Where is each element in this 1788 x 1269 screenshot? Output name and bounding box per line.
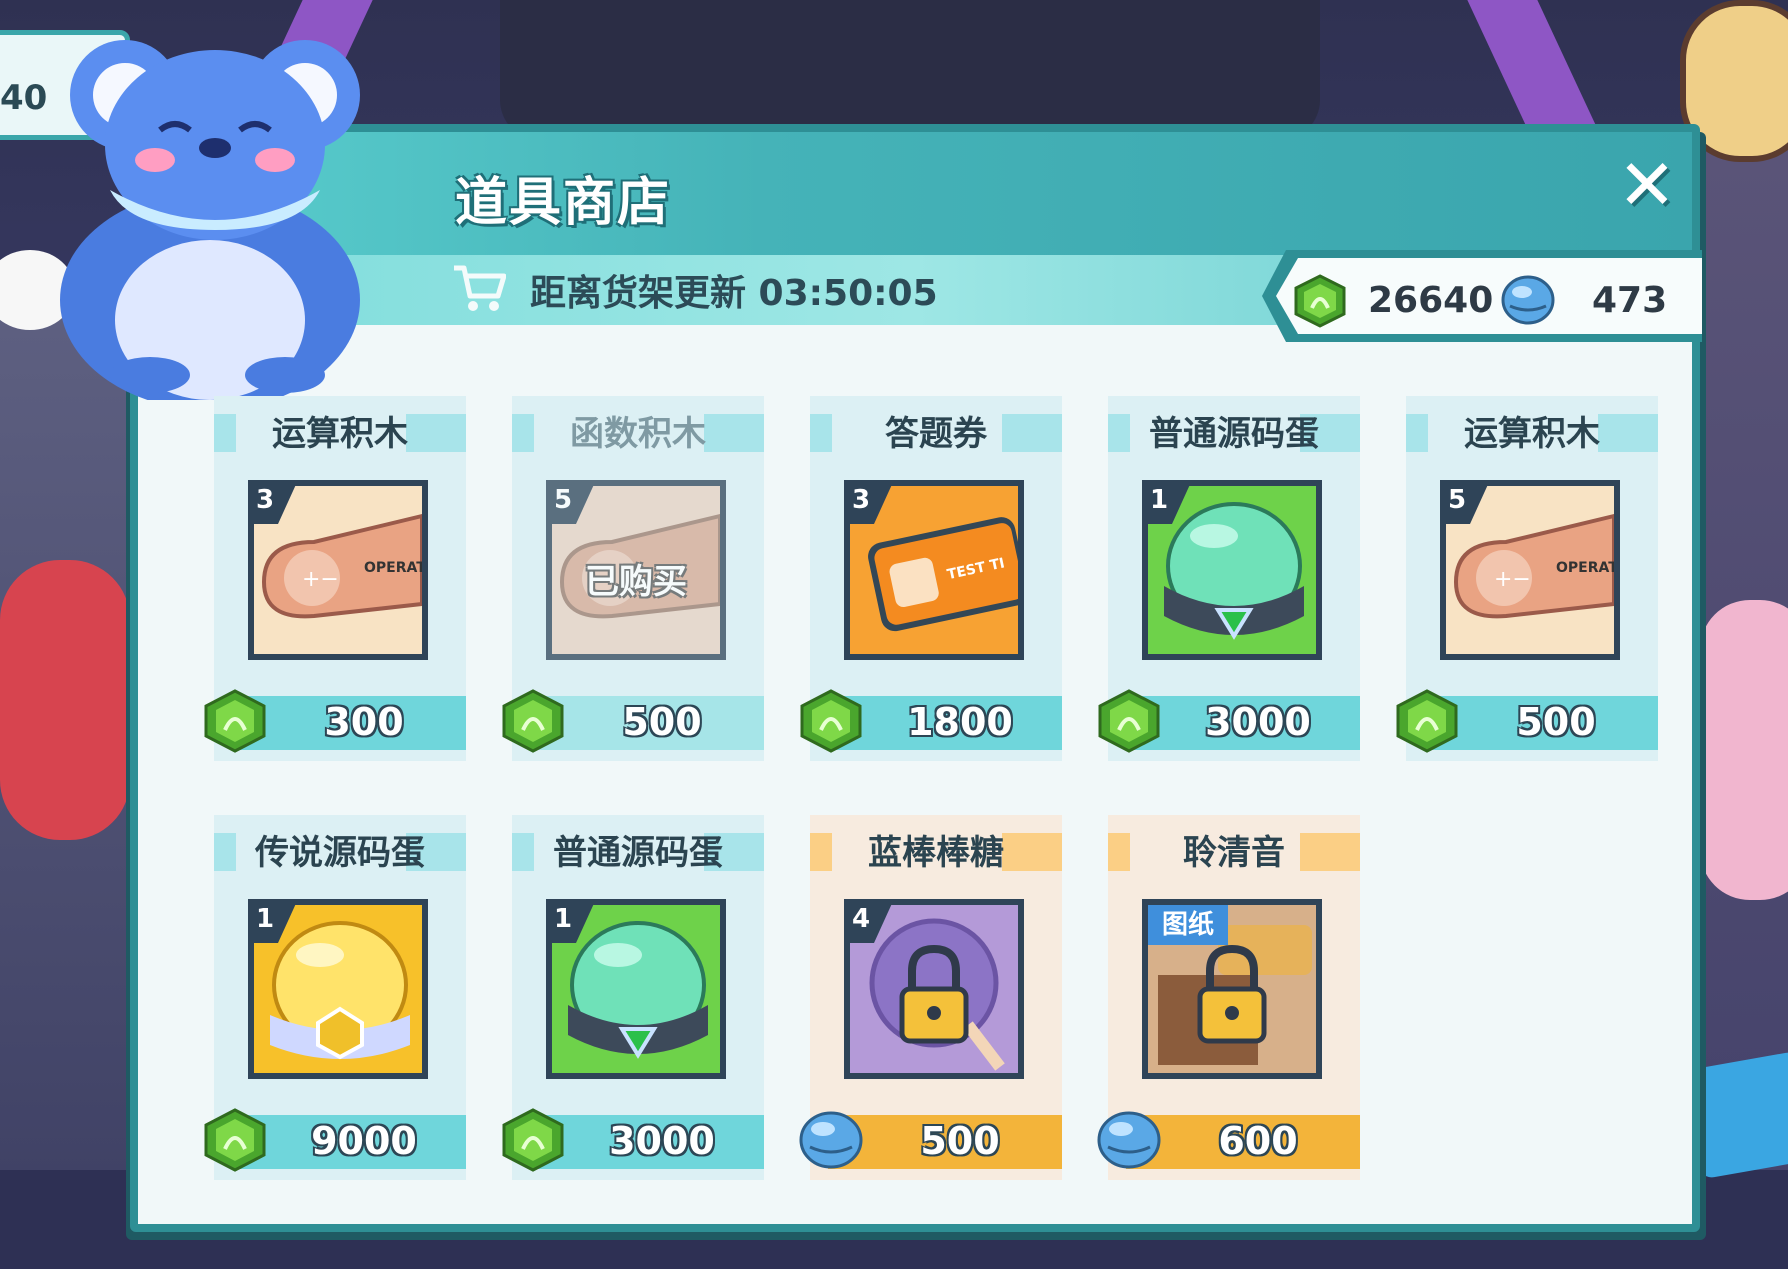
gem-icon — [500, 1107, 566, 1173]
item-name: 普通源码蛋 — [1149, 414, 1319, 454]
item-price: 9000 — [311, 1119, 417, 1163]
operator-block-icon[interactable]: +−OPERATO3 — [248, 480, 428, 660]
item-price: 600 — [1218, 1119, 1298, 1163]
locked-lollipop-icon[interactable]: 4 — [844, 899, 1024, 1079]
background-arch — [500, 0, 1320, 140]
gem-icon — [500, 688, 566, 754]
function-block-icon[interactable]: 5 已购买 — [546, 480, 726, 660]
blueprint-tag: 图纸 — [1148, 905, 1228, 945]
bell-icon — [1096, 1107, 1162, 1173]
item-name: 答题券 — [885, 414, 987, 454]
shop-title: 道具商店 — [455, 173, 672, 233]
svg-text:+−: +− — [302, 567, 339, 592]
bell-icon — [798, 1107, 864, 1173]
gem-icon — [1294, 274, 1346, 328]
shop-item-card[interactable]: 聆清音图纸 600 — [1097, 815, 1360, 1180]
koala-mascot — [0, 40, 360, 400]
decoration-pink-creature — [1700, 600, 1788, 900]
item-price: 3000 — [609, 1119, 715, 1163]
refresh-countdown: 距离货架更新 03:50:05 — [530, 273, 938, 314]
gem-icon — [1394, 688, 1460, 754]
shop-item-card[interactable]: 运算积木+−OPERATO5500 — [1396, 396, 1658, 761]
gem-icon — [798, 688, 864, 754]
legendary-source-egg-icon[interactable]: 1 — [248, 899, 428, 1079]
shop-item-card[interactable]: 运算积木+−OPERATO3300 — [204, 396, 466, 761]
item-name: 传说源码蛋 — [255, 833, 425, 873]
item-name: 蓝棒棒糖 — [868, 833, 1004, 873]
item-name: 聆清音 — [1183, 833, 1285, 873]
item-price: 3000 — [1205, 700, 1311, 744]
svg-text:OPERATO: OPERATO — [1556, 560, 1614, 576]
item-price: 1800 — [907, 700, 1013, 744]
item-name: 运算积木 — [272, 414, 408, 454]
gem-icon — [202, 1107, 268, 1173]
close-button[interactable]: ✕ — [1612, 150, 1682, 220]
shop-item-card[interactable]: 传说源码蛋 1 9000 — [204, 815, 466, 1180]
shop-item-card: 函数积木 5 已购买 500 — [502, 396, 764, 761]
item-price: 500 — [1516, 700, 1596, 744]
locked-blueprint-icon[interactable]: 图纸 — [1142, 899, 1322, 1079]
shop-item-card[interactable]: 普通源码蛋 1 3000 — [1098, 396, 1360, 761]
gem-icon — [202, 688, 268, 754]
purchased-label: 已购买 — [585, 562, 687, 602]
svg-text:+−: +− — [1494, 567, 1531, 592]
item-price: 300 — [324, 700, 404, 744]
shop-item-card[interactable]: 蓝棒棒糖 4 500 — [799, 815, 1062, 1180]
gem-icon — [1096, 688, 1162, 754]
cart-icon — [454, 265, 506, 311]
bell-icon — [1501, 275, 1555, 325]
item-name: 普通源码蛋 — [553, 833, 723, 873]
item-name: 运算积木 — [1464, 414, 1600, 454]
bell-balance: 473 — [1592, 280, 1668, 321]
decoration-red-creature — [0, 560, 130, 840]
green-source-egg-icon[interactable]: 1 — [1142, 480, 1322, 660]
item-price: 500 — [622, 700, 702, 744]
item-price: 500 — [920, 1119, 1000, 1163]
item-name: 函数积木 — [570, 414, 706, 454]
green-source-egg-icon[interactable]: 1 — [546, 899, 726, 1079]
gem-balance: 26640 — [1368, 280, 1494, 321]
operator-block-icon[interactable]: +−OPERATO5 — [1440, 480, 1620, 660]
svg-text:OPERATO: OPERATO — [364, 560, 422, 576]
test-ticket-icon[interactable]: TEST TI 3 — [844, 480, 1024, 660]
shop-item-card[interactable]: 答题券 TEST TI 3 1800 — [800, 396, 1062, 761]
shop-item-card[interactable]: 普通源码蛋 1 3000 — [502, 815, 764, 1180]
